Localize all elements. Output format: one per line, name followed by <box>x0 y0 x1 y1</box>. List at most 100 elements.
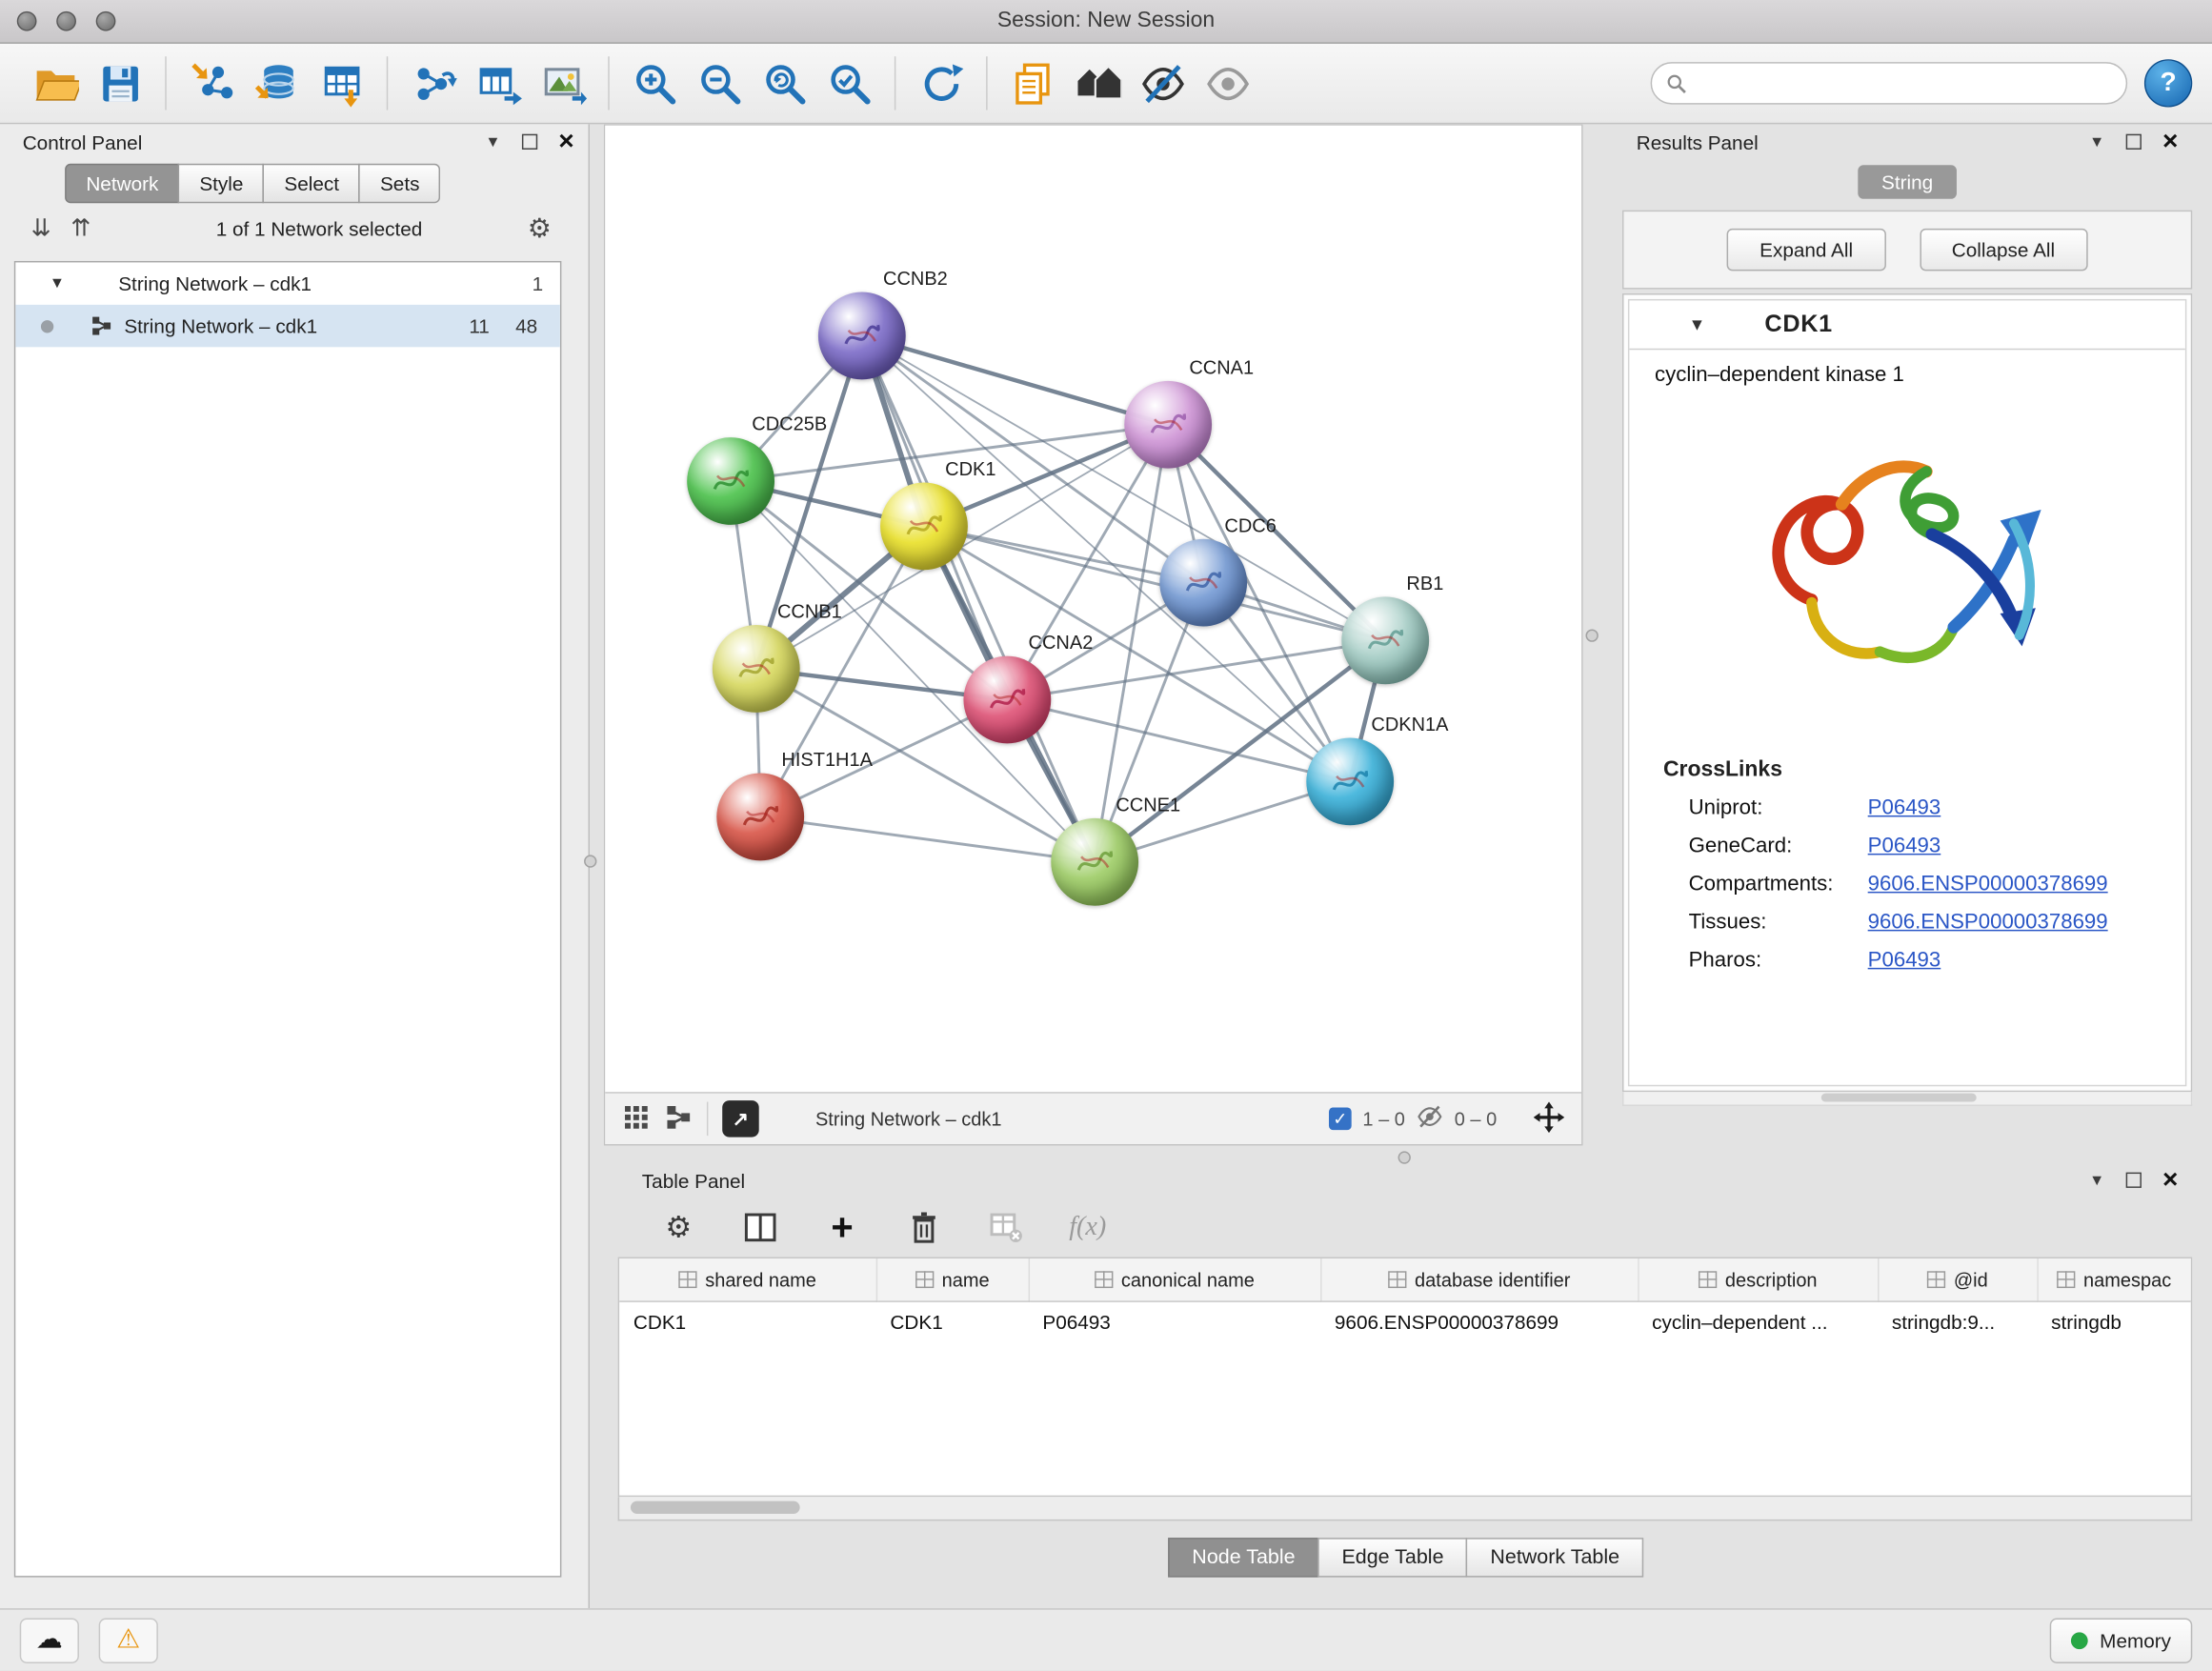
help-button[interactable]: ? <box>2144 59 2192 107</box>
hidden-eye-icon[interactable] <box>1417 1103 1443 1135</box>
table-cell[interactable]: 9606.ENSP00000378699 <box>1320 1301 1638 1341</box>
search-input[interactable] <box>1697 71 2111 95</box>
network-collection-row[interactable]: ▼ String Network – cdk1 1 <box>15 262 560 304</box>
crosslink-link[interactable]: P06493 <box>1868 795 1941 819</box>
memory-button[interactable]: Memory <box>2050 1618 2192 1662</box>
selected-checkbox-icon[interactable]: ✓ <box>1329 1107 1352 1130</box>
import-network-from-file-icon[interactable] <box>179 50 244 115</box>
gene-section-header[interactable]: ▼ CDK1 <box>1629 300 2184 350</box>
column-header[interactable]: @id <box>1878 1258 2037 1301</box>
duplicate-document-icon[interactable] <box>1000 50 1065 115</box>
panel-menu-icon[interactable]: ▼ <box>2089 1172 2104 1189</box>
home-icon[interactable] <box>1065 50 1130 115</box>
collapse-gene-icon[interactable]: ▼ <box>1689 314 1706 334</box>
network-node-cdk1[interactable] <box>880 482 968 570</box>
splitter-handle[interactable] <box>1585 629 1598 641</box>
crosslink-link[interactable]: 9606.ENSP00000378699 <box>1868 910 2108 934</box>
table-cell[interactable]: stringdb <box>2037 1301 2190 1341</box>
network-node-hist1h1a[interactable] <box>716 774 804 861</box>
open-session-icon[interactable] <box>23 50 88 115</box>
crosslink-link[interactable]: 9606.ENSP00000378699 <box>1868 872 2108 896</box>
tab-style[interactable]: Style <box>178 164 265 203</box>
tab-node-table[interactable]: Node Table <box>1168 1538 1319 1577</box>
close-panel-icon[interactable]: × <box>2162 1167 2178 1194</box>
panel-menu-icon[interactable]: ▼ <box>485 133 500 151</box>
pan-move-icon[interactable] <box>1534 1101 1565 1137</box>
import-table-from-file-icon[interactable] <box>309 50 373 115</box>
column-header[interactable]: description <box>1638 1258 1878 1301</box>
close-panel-icon[interactable]: × <box>558 129 573 155</box>
network-edge[interactable] <box>760 816 1095 861</box>
float-panel-icon[interactable] <box>522 134 537 150</box>
network-node-ccnb1[interactable] <box>713 625 800 713</box>
table-cell[interactable]: CDK1 <box>876 1301 1029 1341</box>
network-edge[interactable] <box>862 335 1168 424</box>
table-cell[interactable]: stringdb:9... <box>1878 1301 2037 1341</box>
float-panel-icon[interactable] <box>2126 1173 2142 1188</box>
network-node-ccna1[interactable] <box>1124 381 1212 469</box>
delete-column-icon[interactable] <box>903 1206 945 1248</box>
tab-sets[interactable]: Sets <box>359 164 441 203</box>
show-columns-icon[interactable] <box>739 1206 781 1248</box>
refresh-layout-icon[interactable] <box>909 50 974 115</box>
search-field[interactable] <box>1651 62 2128 104</box>
function-builder-icon[interactable]: f(x) <box>1067 1206 1109 1248</box>
hide-eye-icon[interactable] <box>1130 50 1195 115</box>
table-settings-gear-icon[interactable]: ⚙ <box>657 1206 699 1248</box>
column-header[interactable]: canonical name <box>1029 1258 1321 1301</box>
table-row[interactable]: CDK1 CDK1 P06493 9606.ENSP00000378699 cy… <box>619 1301 2191 1341</box>
collapse-all-icon[interactable]: ⇈ <box>70 214 90 243</box>
add-column-icon[interactable]: + <box>821 1206 863 1248</box>
warning-icon[interactable]: ⚠ <box>99 1618 158 1662</box>
show-eye-icon[interactable] <box>1195 50 1259 115</box>
tab-network[interactable]: Network <box>65 164 179 203</box>
table-cell[interactable]: CDK1 <box>619 1301 876 1341</box>
export-image-icon[interactable] <box>531 50 595 115</box>
birdseye-grid-icon[interactable] <box>622 1102 651 1135</box>
network-row-selected[interactable]: String Network – cdk1 11 48 <box>15 305 560 347</box>
column-header[interactable]: name <box>876 1258 1029 1301</box>
network-node-cdkn1a[interactable] <box>1306 737 1394 825</box>
network-options-gear-icon[interactable]: ⚙ <box>528 212 552 245</box>
panel-menu-icon[interactable]: ▼ <box>2089 133 2104 151</box>
collapse-all-button[interactable]: Collapse All <box>1920 229 2087 271</box>
tab-edge-table[interactable]: Edge Table <box>1317 1538 1467 1577</box>
close-panel-icon[interactable]: × <box>2162 129 2178 155</box>
results-horizontal-scrollbar[interactable] <box>1622 1092 2192 1106</box>
zoom-selected-icon[interactable] <box>816 50 881 115</box>
column-header[interactable]: shared name <box>619 1258 876 1301</box>
zoom-in-icon[interactable] <box>622 50 687 115</box>
zoom-out-icon[interactable] <box>687 50 752 115</box>
tab-select[interactable]: Select <box>263 164 360 203</box>
network-node-ccne1[interactable] <box>1051 818 1138 906</box>
table-cell[interactable]: cyclin–dependent ... <box>1638 1301 1878 1341</box>
network-glyph-icon[interactable] <box>664 1102 693 1135</box>
network-edge[interactable] <box>924 526 1385 640</box>
cloud-icon[interactable]: ☁ <box>20 1618 79 1662</box>
export-table-icon[interactable] <box>466 50 531 115</box>
table-horizontal-scrollbar[interactable] <box>618 1497 2193 1520</box>
splitter-handle[interactable] <box>584 855 596 867</box>
tab-network-table[interactable]: Network Table <box>1466 1538 1643 1577</box>
network-node-cdc6[interactable] <box>1159 539 1247 627</box>
network-node-rb1[interactable] <box>1341 596 1429 684</box>
crosslink-link[interactable]: P06493 <box>1868 834 1941 857</box>
network-edge[interactable] <box>862 335 1095 861</box>
save-session-icon[interactable] <box>88 50 152 115</box>
open-in-window-icon[interactable]: ↗ <box>722 1100 759 1137</box>
expand-all-icon[interactable]: ⇊ <box>31 214 51 243</box>
column-header[interactable]: database identifier <box>1320 1258 1638 1301</box>
zoom-fit-content-icon[interactable] <box>752 50 816 115</box>
column-header[interactable]: namespac <box>2037 1258 2190 1301</box>
network-canvas[interactable]: CCNB2CCNA1CDC25BCDK1CDC6RB1CCNB1CCNA2CDK… <box>605 126 1581 1092</box>
table-cell[interactable]: P06493 <box>1029 1301 1321 1341</box>
export-network-icon[interactable] <box>401 50 466 115</box>
expand-all-button[interactable]: Expand All <box>1727 229 1885 271</box>
network-node-ccnb2[interactable] <box>818 292 906 380</box>
network-node-cdc25b[interactable] <box>687 437 774 525</box>
import-network-from-database-icon[interactable] <box>244 50 309 115</box>
float-panel-icon[interactable] <box>2126 134 2142 150</box>
network-node-ccna2[interactable] <box>963 656 1051 744</box>
tab-string[interactable]: String <box>1858 165 1958 199</box>
crosslink-link[interactable]: P06493 <box>1868 948 1941 972</box>
